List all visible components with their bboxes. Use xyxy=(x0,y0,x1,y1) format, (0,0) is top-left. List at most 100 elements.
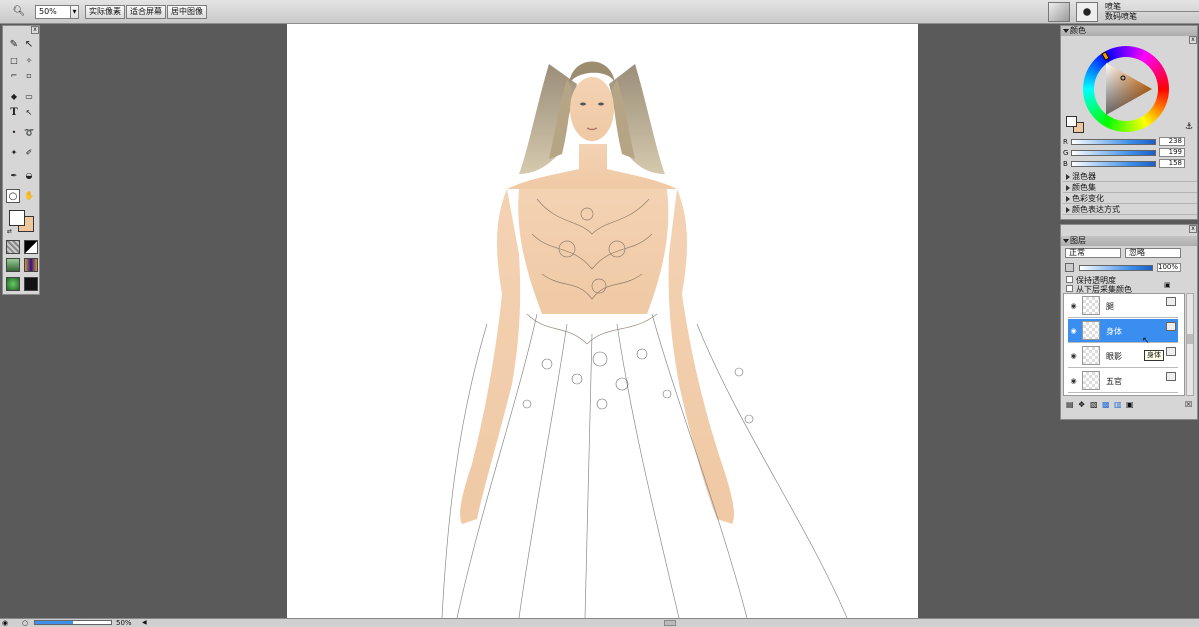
color-panel-close-button[interactable]: x xyxy=(1189,36,1197,44)
layer-type-icon xyxy=(1166,322,1176,331)
toolbox-close-button[interactable]: x xyxy=(31,26,39,34)
layer-mask-icon[interactable]: ▩ xyxy=(1102,400,1110,409)
zoom-slider[interactable] xyxy=(34,620,112,625)
g-label: G xyxy=(1063,149,1069,157)
new-layer-icon[interactable]: ▥ xyxy=(1114,400,1122,409)
center-image-button[interactable]: 居中图像 xyxy=(167,5,207,19)
layer-row-selected[interactable]: ◉ 身体 xyxy=(1068,319,1178,343)
magnifier-tool-icon[interactable]: ○ xyxy=(6,189,20,203)
visibility-eye-icon[interactable]: ◉ xyxy=(1069,327,1078,336)
scroll-left-arrow[interactable]: ◀ xyxy=(142,619,147,626)
eraser-tool-icon[interactable]: ✐ xyxy=(22,146,36,160)
collapse-triangle-icon[interactable] xyxy=(1063,29,1069,33)
color-panel-header[interactable]: 颜色 xyxy=(1061,26,1197,36)
new-watercolor-layer-icon[interactable]: ▣ xyxy=(1126,400,1134,409)
lasso-tool-icon[interactable]: ➰ xyxy=(22,126,36,140)
swap-colors-icon[interactable]: ⇄ xyxy=(7,228,12,235)
collapse-triangle-icon[interactable] xyxy=(1063,239,1069,243)
opacity-value[interactable]: 100% xyxy=(1157,263,1181,272)
layers-panel-close-button[interactable]: x xyxy=(1189,225,1197,233)
new-group-icon[interactable]: ▧ xyxy=(1090,400,1098,409)
visibility-eye-icon[interactable]: ◉ xyxy=(1069,352,1078,361)
expand-triangle-icon[interactable] xyxy=(1066,174,1070,180)
visibility-eye-icon[interactable]: ◉ xyxy=(1069,302,1078,311)
cloner-tool-icon[interactable]: ✦ xyxy=(7,146,21,160)
visibility-eye-icon[interactable]: ◉ xyxy=(1069,377,1078,386)
layer-row[interactable]: ◉ 五官 xyxy=(1068,369,1178,393)
expand-triangle-icon[interactable] xyxy=(1066,185,1070,191)
b-slider[interactable] xyxy=(1071,161,1156,167)
dropper-tool-icon[interactable]: • xyxy=(7,126,21,140)
crop-tool-icon[interactable]: ⌐ xyxy=(7,69,21,83)
gradient-selector-icon[interactable] xyxy=(24,240,38,254)
opacity-slider[interactable] xyxy=(1079,265,1153,271)
scrollbar-thumb[interactable] xyxy=(1187,334,1193,344)
info-icon[interactable]: ◉ xyxy=(2,619,8,627)
zoom-out-icon[interactable]: ○ xyxy=(22,619,28,627)
layer-list: ◉ 腿 ◉ 身体 ◉ 眼影 ◉ 五官 身体 ↖ xyxy=(1063,293,1185,396)
color-dropper-tool-icon[interactable]: ✒ xyxy=(7,169,21,183)
lock-icon[interactable]: ▣ xyxy=(1164,281,1171,289)
look-selector-icon[interactable] xyxy=(6,277,20,291)
blend-mode-select[interactable]: 正常 xyxy=(1065,248,1121,258)
layer-commands-icon[interactable]: ▤ xyxy=(1066,400,1074,409)
color-variability-section[interactable]: 色彩变化 xyxy=(1063,194,1197,204)
brush-variant-icon[interactable] xyxy=(1076,2,1098,22)
foreground-color-swatch[interactable] xyxy=(9,210,25,226)
drawing-canvas[interactable] xyxy=(287,24,918,618)
color-panel: 颜色 x ⚓ R 238 G 199 B 158 混色器 颜色集 色彩变化 颜色… xyxy=(1060,25,1198,220)
grabber-tool-icon[interactable]: ✋ xyxy=(22,189,36,203)
layer-name: 身体 xyxy=(1106,327,1122,336)
panel-foreground-swatch[interactable] xyxy=(1066,116,1077,127)
zoom-tool-icon[interactable]: 🔍︎ xyxy=(12,5,26,19)
rect-select-tool-icon[interactable]: □ xyxy=(7,54,21,68)
brush-variant-name[interactable]: 数码喷笔 xyxy=(1105,12,1199,22)
b-value[interactable]: 158 xyxy=(1159,159,1185,168)
layers-panel-header[interactable]: 图层 xyxy=(1061,236,1197,246)
layer-adjust-tool-icon[interactable]: ↖ xyxy=(22,38,36,52)
fit-screen-button[interactable]: 适合屏幕 xyxy=(126,5,166,19)
actual-pixels-button[interactable]: 实际像素 xyxy=(85,5,125,19)
layer-row[interactable]: ◉ 腿 xyxy=(1068,294,1178,318)
brush-tool-icon[interactable]: ✎ xyxy=(7,38,21,52)
color-sets-section[interactable]: 颜色集 xyxy=(1063,183,1197,193)
b-label: B xyxy=(1063,160,1068,168)
layer-type-icon xyxy=(1166,372,1176,381)
zoom-dropdown-arrow[interactable]: ▾ xyxy=(70,5,79,19)
g-slider[interactable] xyxy=(1071,150,1156,156)
text-tool-icon[interactable]: T xyxy=(7,106,21,120)
expand-triangle-icon[interactable] xyxy=(1066,196,1070,202)
layers-panel: x 图层 正常 忽略 100% 保持透明度 从下层采集颜色 ▣ ◉ 腿 ◉ 身体… xyxy=(1060,224,1198,420)
r-value[interactable]: 238 xyxy=(1159,137,1185,146)
toolbox: x ✎ ↖ □ ✧ ⌐ ▫ ◆ ▭ T ↖ • ➰ ✦ ✐ ✒ ◒ ○ ✋ ⇄ xyxy=(2,25,40,295)
layer-type-icon xyxy=(1166,347,1176,356)
pattern-selector-icon[interactable] xyxy=(6,258,20,272)
r-slider[interactable] xyxy=(1071,139,1156,145)
expand-triangle-icon[interactable] xyxy=(1066,207,1070,213)
saturation-value-triangle[interactable] xyxy=(1094,57,1158,121)
layer-thumbnail xyxy=(1082,321,1100,340)
composite-method-select[interactable]: 忽略 xyxy=(1125,248,1181,258)
pick-up-color-checkbox[interactable] xyxy=(1066,285,1073,292)
status-bar: ◉ ○ 50% ◀ xyxy=(0,618,1199,627)
dynamic-plugins-icon[interactable]: ❖ xyxy=(1078,400,1085,409)
delete-layer-icon[interactable]: ☒ xyxy=(1185,400,1192,409)
paint-bucket-tool-icon[interactable]: ◒ xyxy=(22,169,36,183)
color-dropper-icon[interactable]: ⚓ xyxy=(1185,122,1193,132)
brush-category-icon[interactable] xyxy=(1048,2,1070,22)
layer-list-scrollbar[interactable] xyxy=(1186,293,1194,396)
horizontal-scrollbar-thumb[interactable] xyxy=(664,620,676,626)
preserve-transparency-checkbox[interactable] xyxy=(1066,276,1073,283)
rectangle-tool-icon[interactable]: ▭ xyxy=(22,90,36,104)
brush-name[interactable]: 喷笔 xyxy=(1105,2,1199,12)
magic-wand-tool-icon[interactable]: ✧ xyxy=(22,54,36,68)
color-expression-section[interactable]: 颜色表达方式 xyxy=(1063,205,1197,215)
transform-tool-icon[interactable]: ▫ xyxy=(22,69,36,83)
weaving-selector-icon[interactable] xyxy=(24,258,38,272)
pen-tool-icon[interactable]: ◆ xyxy=(7,90,21,104)
g-value[interactable]: 199 xyxy=(1159,148,1185,157)
nozzle-selector-icon[interactable] xyxy=(24,277,38,291)
shape-select-tool-icon[interactable]: ↖ xyxy=(22,106,36,120)
mixer-section[interactable]: 混色器 xyxy=(1063,172,1197,182)
paper-selector-icon[interactable] xyxy=(6,240,20,254)
